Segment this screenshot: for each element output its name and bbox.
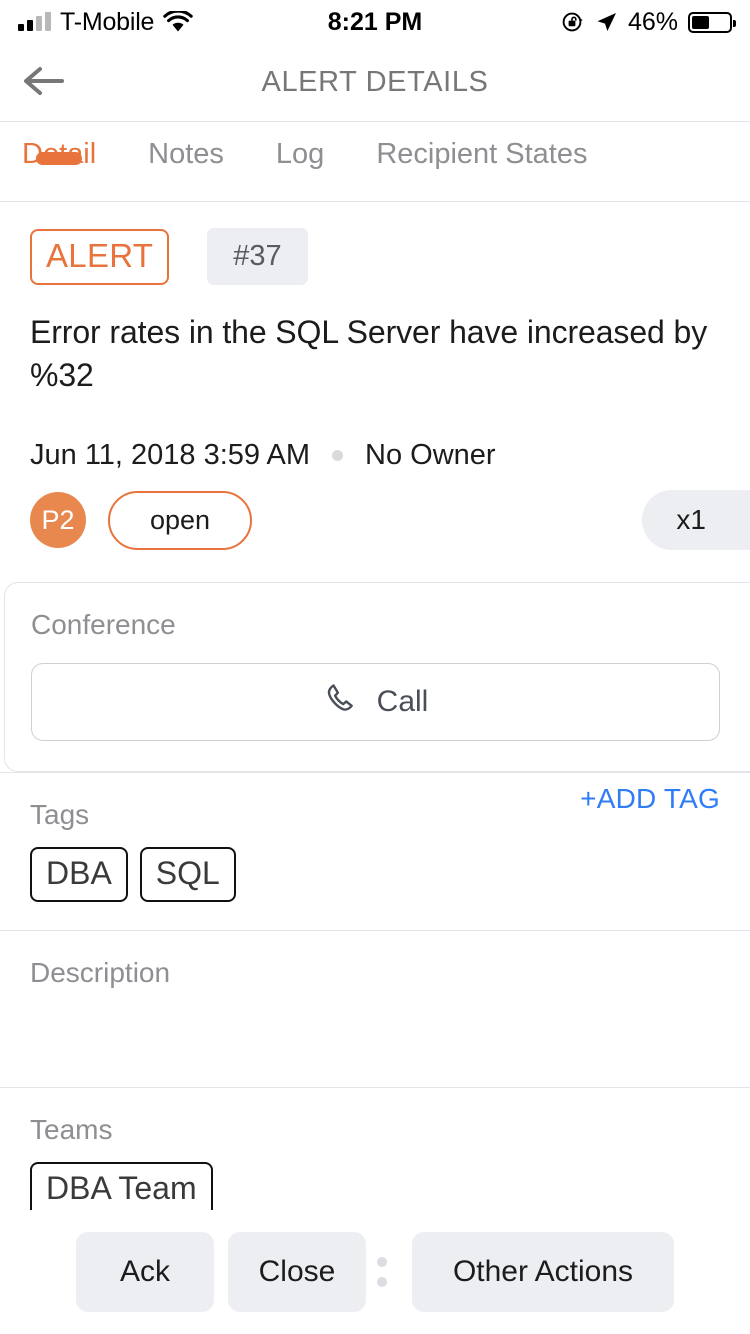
phone-icon	[323, 681, 357, 723]
alert-status-row: P2 open x1	[30, 488, 750, 552]
tab-recipient-states[interactable]: Recipient States	[376, 122, 587, 171]
status-bar-right: 46%	[422, 7, 737, 37]
tags-label: Tags	[30, 799, 90, 831]
alert-timestamp: Jun 11, 2018 3:59 AM	[30, 439, 311, 472]
tab-detail[interactable]: Detail	[22, 122, 96, 171]
alert-header: ALERT #37 Error rates in the SQL Server …	[0, 202, 750, 552]
tab-log-label: Log	[275, 138, 325, 170]
tab-log[interactable]: Log	[276, 122, 324, 171]
description-label: Description	[30, 957, 171, 989]
carrier-label: T-Mobile	[60, 7, 155, 36]
alert-type-badge: ALERT	[30, 228, 170, 285]
add-tag-button[interactable]: +ADD TAG	[580, 783, 720, 815]
battery-icon	[688, 11, 737, 33]
tab-active-indicator	[36, 152, 83, 165]
conference-label: Conference	[31, 609, 176, 641]
conference-card: Conference Call	[4, 582, 750, 773]
alert-details-screen: T-Mobile 8:21 PM 46% ALERT DETAILS Notes…	[0, 0, 750, 1334]
teams-label: Teams	[30, 1114, 113, 1146]
tag-list: DBA SQL	[30, 847, 720, 903]
status-bar: T-Mobile 8:21 PM 46%	[0, 0, 750, 44]
clock-label: 8:21 PM	[327, 7, 423, 36]
status-badge[interactable]: open	[108, 490, 253, 550]
description-value[interactable]	[30, 989, 720, 1059]
nav-bar: ALERT DETAILS	[0, 44, 750, 122]
alert-badge-row: ALERT #37	[30, 228, 720, 285]
tag-chip[interactable]: DBA	[30, 847, 128, 903]
cellular-signal-icon	[18, 12, 51, 31]
close-button[interactable]: Close	[228, 1232, 366, 1312]
wifi-icon	[163, 11, 194, 33]
other-actions-button[interactable]: Other Actions	[412, 1232, 674, 1312]
tag-chip[interactable]: SQL	[139, 847, 236, 903]
tab-notes[interactable]: Notes	[148, 122, 224, 171]
description-section: Description	[0, 930, 750, 1087]
location-arrow-icon	[595, 11, 618, 34]
rotation-lock-icon	[561, 10, 585, 34]
tab-recipient-states-label: Recipient States	[376, 138, 588, 170]
action-bar: Ack Close Other Actions	[0, 1210, 750, 1334]
alert-message: Error rates in the SQL Server have incre…	[30, 314, 708, 394]
battery-percent-label: 46%	[627, 7, 679, 36]
alert-id-badge: #37	[207, 228, 308, 285]
alert-count-badge: x1	[642, 490, 750, 551]
alert-meta-row: Jun 11, 2018 3:59 AM No Owner	[30, 439, 720, 472]
page-title: ALERT DETAILS	[261, 66, 489, 98]
status-bar-center: 8:21 PM	[328, 8, 422, 37]
alert-owner: No Owner	[365, 439, 496, 472]
tab-notes-label: Notes	[148, 138, 224, 170]
call-button[interactable]: Call	[31, 663, 720, 742]
priority-badge: P2	[30, 492, 86, 549]
action-separator-dots-icon	[366, 1257, 398, 1287]
status-bar-left: T-Mobile	[18, 8, 328, 37]
call-button-label: Call	[376, 685, 429, 719]
meta-separator-dot	[332, 450, 344, 462]
back-arrow-icon	[22, 65, 66, 100]
tab-bar: Detail Notes Log Recipient States	[0, 122, 750, 202]
ack-button[interactable]: Ack	[76, 1232, 214, 1312]
back-button[interactable]	[16, 55, 72, 111]
tags-section: Tags +ADD TAG DBA SQL	[0, 772, 750, 930]
tags-header: Tags +ADD TAG	[30, 783, 720, 831]
